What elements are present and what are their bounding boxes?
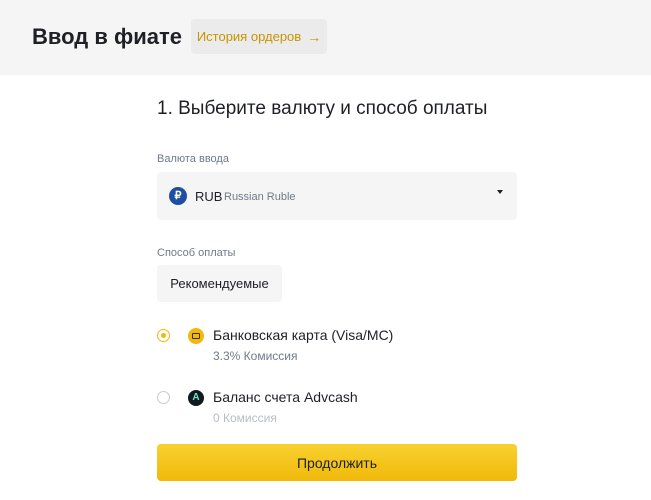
page-header: Ввод в фиате История ордеров → [0,0,651,75]
advcash-icon: A [188,390,204,406]
tab-recommended[interactable]: Рекомендуемые [157,265,282,302]
currency-name: Russian Ruble [224,191,296,203]
order-history-label: История ордеров [196,29,302,44]
currency-label: Валюта ввода [157,153,229,165]
currency-select[interactable]: ₽ RUB Russian Ruble [157,172,517,220]
payment-option-fee: 3.3% Комиссия [213,349,298,363]
continue-button[interactable]: Продолжить [157,444,517,481]
bank-card-icon [188,328,204,344]
payment-option-bank-card[interactable]: Банковская карта (Visa/MC) 3.3% Комиссия [157,327,517,377]
radio-unselected[interactable] [157,391,170,404]
page-title: Ввод в фиате [32,24,183,49]
payment-option-advcash[interactable]: A Баланс счета Advcash 0 Комиссия [157,389,517,439]
currency-code: RUB [195,189,223,204]
caret-down-icon [497,190,503,194]
payment-option-fee: 0 Комиссия [213,411,277,425]
payment-option-name: Баланс счета Advcash [213,389,358,405]
order-history-button[interactable]: История ордеров → [191,19,327,54]
radio-selected[interactable] [157,329,170,342]
payment-method-label: Способ оплаты [157,247,236,259]
payment-option-name: Банковская карта (Visa/MC) [213,327,394,343]
arrow-right-icon: → [307,28,322,45]
step-title: 1. Выберите валюту и способ оплаты [157,98,488,119]
ruble-icon: ₽ [169,187,187,205]
